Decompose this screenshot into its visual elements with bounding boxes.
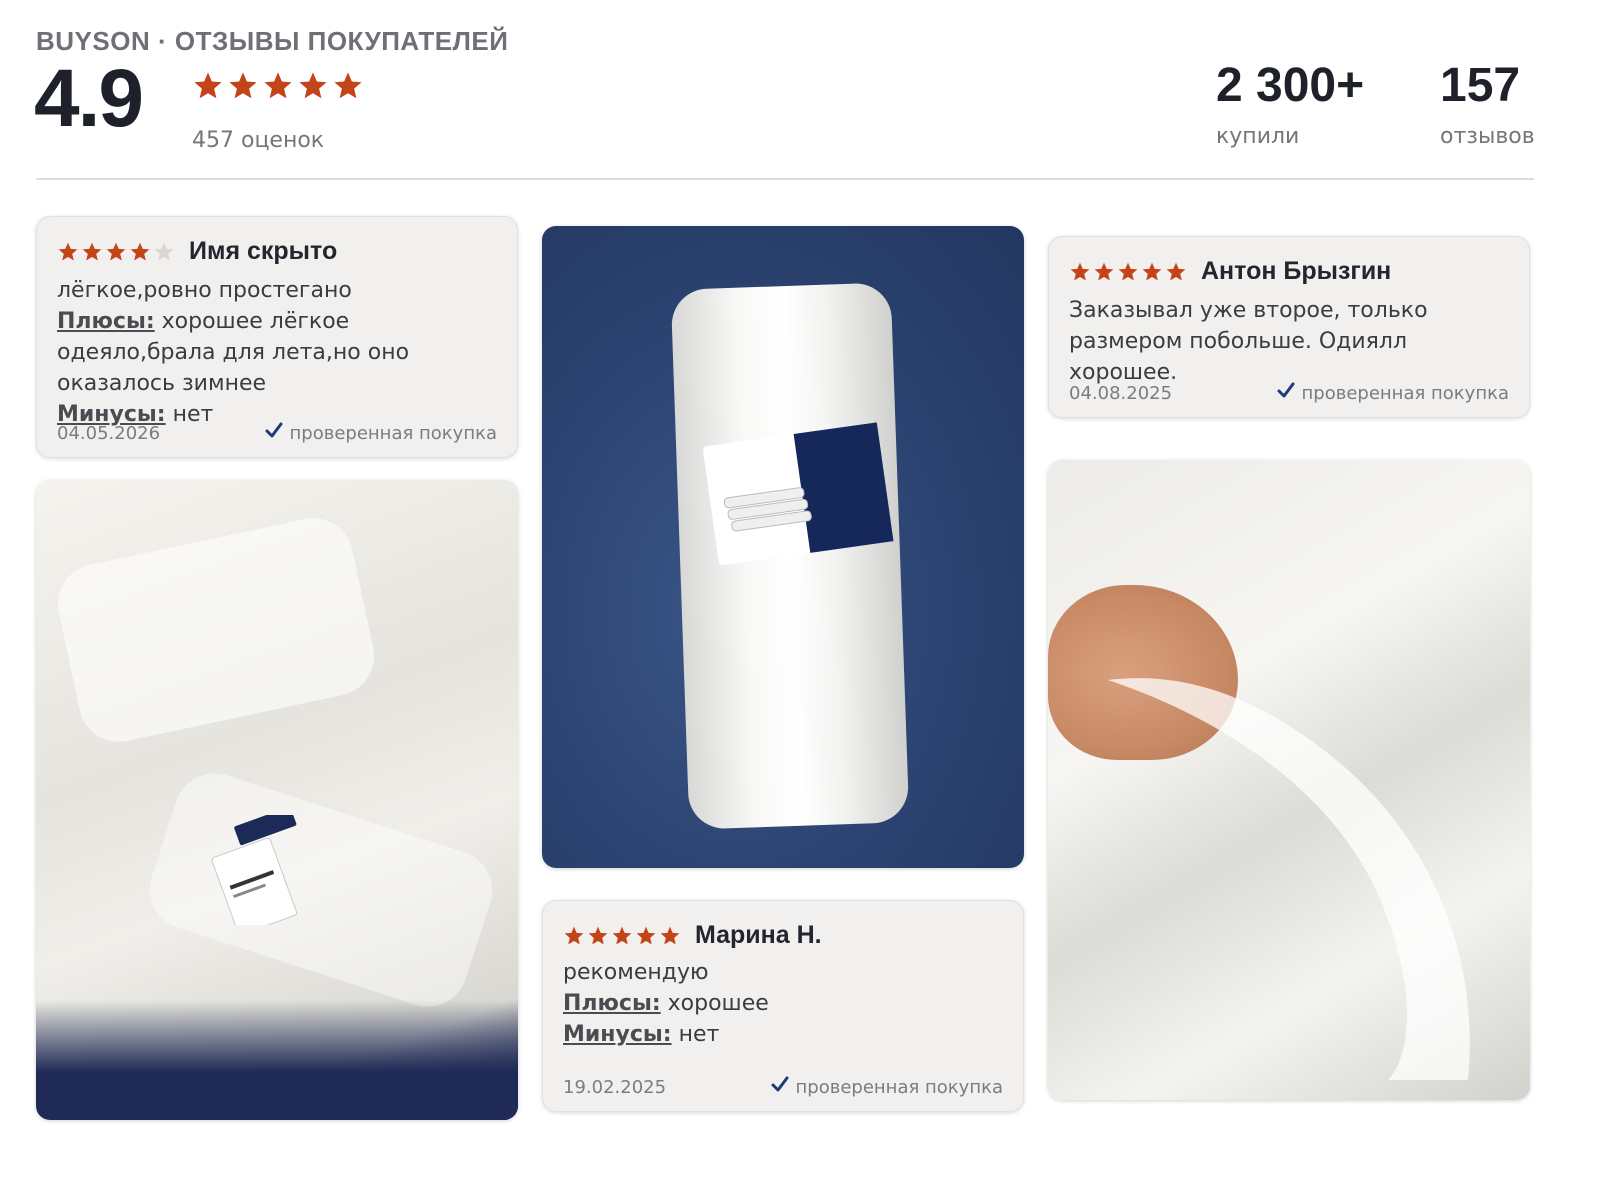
review-body: лёгкое,ровно простегано Плюсы: хорошее л… (57, 275, 499, 430)
verified-purchase: проверенная покупка (1276, 381, 1509, 406)
star-icon (154, 242, 174, 260)
star-icon (612, 926, 632, 944)
pros-label: Плюсы: (563, 991, 661, 1016)
star-icon (1094, 262, 1114, 280)
star-icon (299, 72, 327, 99)
star-icon (636, 926, 656, 944)
cons-label: Минусы: (563, 1022, 672, 1047)
star-icon (564, 926, 584, 944)
review-body: рекомендую Плюсы: хорошее Минусы: нет (563, 957, 1005, 1050)
rating-stars (192, 70, 364, 102)
review-header: Антон Брызгин (1069, 257, 1391, 286)
check-icon (1276, 381, 1296, 406)
review-cons: Минусы: нет (563, 1019, 1005, 1050)
bought-value: 2 300+ (1216, 59, 1365, 112)
star-icon (1142, 262, 1162, 280)
cons-text: нет (172, 402, 214, 427)
review-author: Марина Н. (695, 921, 822, 949)
star-icon (229, 72, 257, 99)
pros-label: Плюсы: (57, 309, 155, 334)
quilt-fold (50, 510, 382, 750)
reviews-label: отзывов (1440, 124, 1535, 149)
product-tag-icon (211, 815, 298, 925)
verified-label: проверенная покупка (795, 1077, 1003, 1098)
review-stars (563, 925, 681, 947)
star-icon (1070, 262, 1090, 280)
review-date: 04.05.2026 (57, 423, 161, 444)
review-date: 19.02.2025 (563, 1077, 667, 1098)
verified-purchase: проверенная покупка (264, 421, 497, 446)
review-author: Имя скрыто (189, 237, 338, 265)
star-icon (1166, 262, 1186, 280)
review-card: Антон Брызгин Заказывал уже второе, толь… (1048, 236, 1530, 418)
star-icon (588, 926, 608, 944)
review-header: Марина Н. (563, 921, 822, 950)
cons-text: нет (678, 1022, 720, 1047)
star-icon (194, 72, 222, 99)
ratings-count: 457 оценок (192, 128, 325, 153)
check-icon (770, 1075, 790, 1100)
review-stars (57, 241, 175, 263)
check-icon (264, 421, 284, 446)
verified-label: проверенная покупка (1301, 383, 1509, 404)
star-icon (130, 242, 150, 260)
review-author: Антон Брызгин (1201, 257, 1392, 285)
header-divider (36, 178, 1534, 180)
average-rating: 4.9 (34, 53, 144, 144)
bought-label: купили (1216, 124, 1300, 149)
review-text: рекомендую (563, 960, 709, 985)
blanket-stack-icon (723, 487, 812, 532)
review-photo-quilt[interactable] (36, 480, 518, 1120)
review-date: 04.08.2025 (1069, 383, 1173, 404)
quilt-fold-highlight (1108, 678, 1470, 1080)
packaged-blanket (670, 282, 910, 830)
review-card: Марина Н. рекомендую Плюсы: хорошее Мину… (542, 900, 1024, 1112)
verified-purchase: проверенная покупка (770, 1075, 1003, 1100)
review-photo-hand[interactable] (1048, 460, 1530, 1100)
star-icon (660, 926, 680, 944)
reviews-stat: 157 отзывов (1440, 59, 1535, 150)
package-label (702, 422, 894, 566)
star-icon (82, 242, 102, 260)
review-header: Имя скрыто (57, 237, 337, 266)
star-icon (58, 242, 78, 260)
star-icon (106, 242, 126, 260)
star-icon (334, 72, 362, 99)
review-text: Заказывал уже второе, только размером по… (1069, 298, 1428, 385)
review-stars (1069, 261, 1187, 283)
bought-stat: 2 300+ купили (1216, 59, 1365, 150)
review-pros: Плюсы: хорошее (563, 988, 1005, 1019)
review-text: лёгкое,ровно простегано (57, 278, 352, 303)
review-pros: Плюсы: хорошее лёгкое одеяло,брала для л… (57, 306, 499, 399)
reviews-value: 157 (1440, 59, 1521, 112)
star-icon (264, 72, 292, 99)
review-body: Заказывал уже второе, только размером по… (1069, 295, 1511, 388)
navy-sheet (36, 1000, 518, 1120)
star-icon (1118, 262, 1138, 280)
review-photo-package[interactable] (542, 226, 1024, 868)
verified-label: проверенная покупка (289, 423, 497, 444)
pros-text: хорошее (667, 991, 769, 1016)
review-card: Имя скрыто лёгкое,ровно простегано Плюсы… (36, 216, 518, 458)
